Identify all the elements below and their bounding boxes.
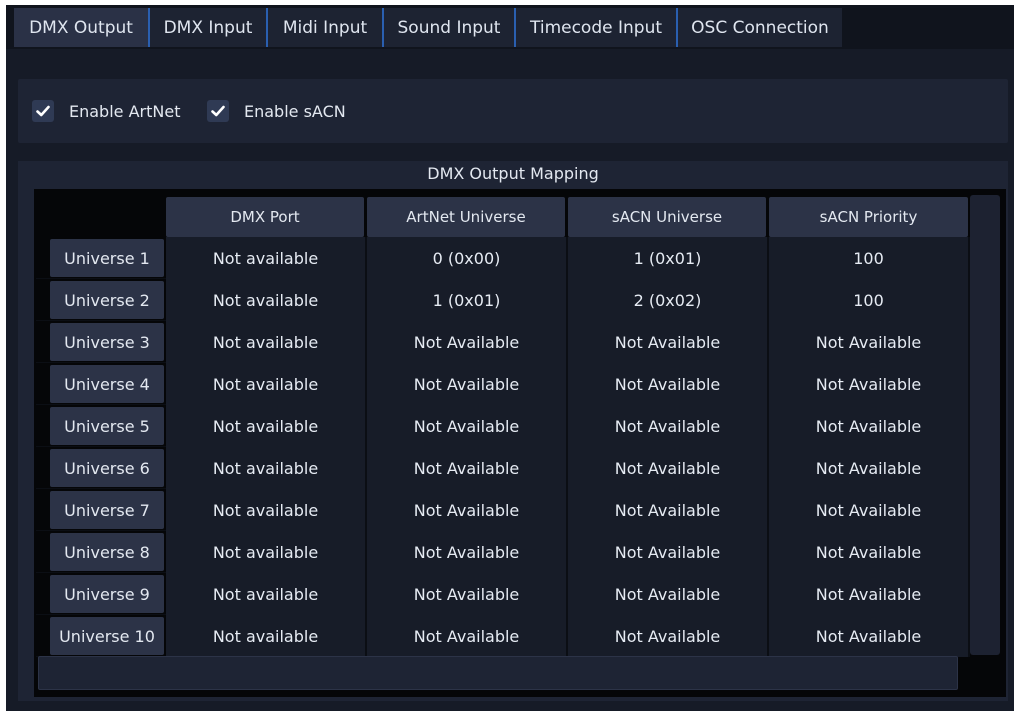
table-cell[interactable]: Not available [166,447,367,489]
tab-sound-input[interactable]: Sound Input [382,8,514,47]
row-header-universe[interactable]: Universe 2 [50,281,164,319]
table-cell[interactable]: Not Available [367,531,568,573]
table-cell[interactable]: Not Available [568,405,769,447]
table-cell[interactable]: Not Available [769,531,970,573]
table-cell[interactable]: 2 (0x02) [568,279,769,321]
table-cell[interactable]: 100 [769,279,970,321]
enable-artnet-label: Enable ArtNet [69,101,181,121]
tab-midi-input[interactable]: Midi Input [266,8,382,47]
table-row: Universe 3 Not available Not Available Not … [36,321,970,363]
table-cell[interactable]: Not Available [568,447,769,489]
row-header-universe[interactable]: Universe 5 [50,407,164,445]
enable-artnet-checkbox[interactable]: Enable ArtNet [32,100,180,122]
table-row: Universe 8 Not available Not Available Not … [36,531,970,573]
table-row: Universe 2 Not available 1 (0x01) 2 (0x02) 1… [36,279,970,321]
table-cell[interactable]: Not available [166,615,367,657]
table-cell[interactable]: 0 (0x00) [367,237,568,279]
check-icon [207,100,229,122]
tab-bar: DMX Output DMX Input Midi Input Sound In… [6,5,1014,49]
enable-sacn-label: Enable sACN [244,101,346,121]
tab-dmx-output[interactable]: DMX Output [14,8,148,47]
row-header-universe[interactable]: Universe 3 [50,323,164,361]
table-cell[interactable]: Not Available [367,321,568,363]
table-cell[interactable]: Not Available [367,573,568,615]
table-cell[interactable]: Not Available [568,615,769,657]
table-row: Universe 4 Not available Not Available Not … [36,363,970,405]
row-header-universe[interactable]: Universe 9 [50,575,164,613]
table-row: Universe 5 Not available Not Available Not … [36,405,970,447]
row-header-universe[interactable]: Universe 8 [50,533,164,571]
column-header-dmx-port[interactable]: DMX Port [166,197,364,237]
column-header-artnet-universe[interactable]: ArtNet Universe [367,197,565,237]
table-cell[interactable]: Not Available [568,489,769,531]
table-cell[interactable]: Not Available [769,321,970,363]
table-row: Universe 1 Not available 0 (0x00) 1 (0x01) 1… [36,237,970,279]
tab-dmx-input[interactable]: DMX Input [148,8,266,47]
row-header-universe[interactable]: Universe 1 [50,239,164,277]
table-cell[interactable]: Not available [166,405,367,447]
row-header-universe[interactable]: Universe 6 [50,449,164,487]
row-header-universe[interactable]: Universe 7 [50,491,164,529]
settings-window: DMX Output DMX Input Midi Input Sound In… [6,5,1014,711]
table-cell[interactable]: Not Available [769,489,970,531]
row-header-universe[interactable]: Universe 10 [50,617,164,655]
table-row: Universe 9 Not available Not Available Not … [36,573,970,615]
table-cell[interactable]: Not Available [367,615,568,657]
table-cell[interactable]: 1 (0x01) [367,279,568,321]
row-header-universe[interactable]: Universe 4 [50,365,164,403]
dmx-output-mapping-group: DMX Output Mapping DMX Port ArtNet Unive… [18,161,1008,701]
table-cell[interactable]: Not available [166,237,367,279]
mapping-title: DMX Output Mapping [427,164,599,183]
table-cell[interactable]: Not Available [568,531,769,573]
table-cell[interactable]: Not available [166,489,367,531]
table-cell[interactable]: Not available [166,321,367,363]
tab-timecode-input[interactable]: Timecode Input [514,8,676,47]
table-cell[interactable]: Not Available [769,405,970,447]
table-row: Universe 10 Not available Not Available Not… [36,615,970,657]
output-options-panel: Enable ArtNet Enable sACN [18,79,1008,143]
table-row: Universe 6 Not available Not Available Not … [36,447,970,489]
table-cell[interactable]: 100 [769,237,970,279]
horizontal-scrollbar[interactable] [38,656,958,690]
table-cell[interactable]: Not available [166,363,367,405]
table-cell[interactable]: Not Available [769,615,970,657]
mapping-table: DMX Port ArtNet Universe sACN Universe s… [34,189,1006,697]
table-cell[interactable]: Not Available [769,447,970,489]
table-cell[interactable]: Not available [166,279,367,321]
table-row: Universe 7 Not available Not Available Not … [36,489,970,531]
table-cell[interactable]: Not Available [367,363,568,405]
mapping-rows: Universe 1 Not available 0 (0x00) 1 (0x01) 1… [36,237,970,657]
table-cell[interactable]: Not Available [769,363,970,405]
tab-osc-connection[interactable]: OSC Connection [676,8,842,47]
vertical-scrollbar[interactable] [970,195,1000,655]
table-cell[interactable]: Not Available [568,363,769,405]
enable-sacn-checkbox[interactable]: Enable sACN [207,100,346,122]
table-cell[interactable]: Not Available [367,489,568,531]
table-cell[interactable]: Not available [166,531,367,573]
table-cell[interactable]: Not Available [367,405,568,447]
check-icon [32,100,54,122]
table-cell[interactable]: Not available [166,573,367,615]
table-cell[interactable]: Not Available [568,321,769,363]
column-header-sacn-universe[interactable]: sACN Universe [568,197,766,237]
column-header-sacn-priority[interactable]: sACN Priority [769,197,968,237]
table-cell[interactable]: Not Available [367,447,568,489]
table-cell[interactable]: Not Available [568,573,769,615]
table-cell[interactable]: Not Available [769,573,970,615]
table-cell[interactable]: 1 (0x01) [568,237,769,279]
